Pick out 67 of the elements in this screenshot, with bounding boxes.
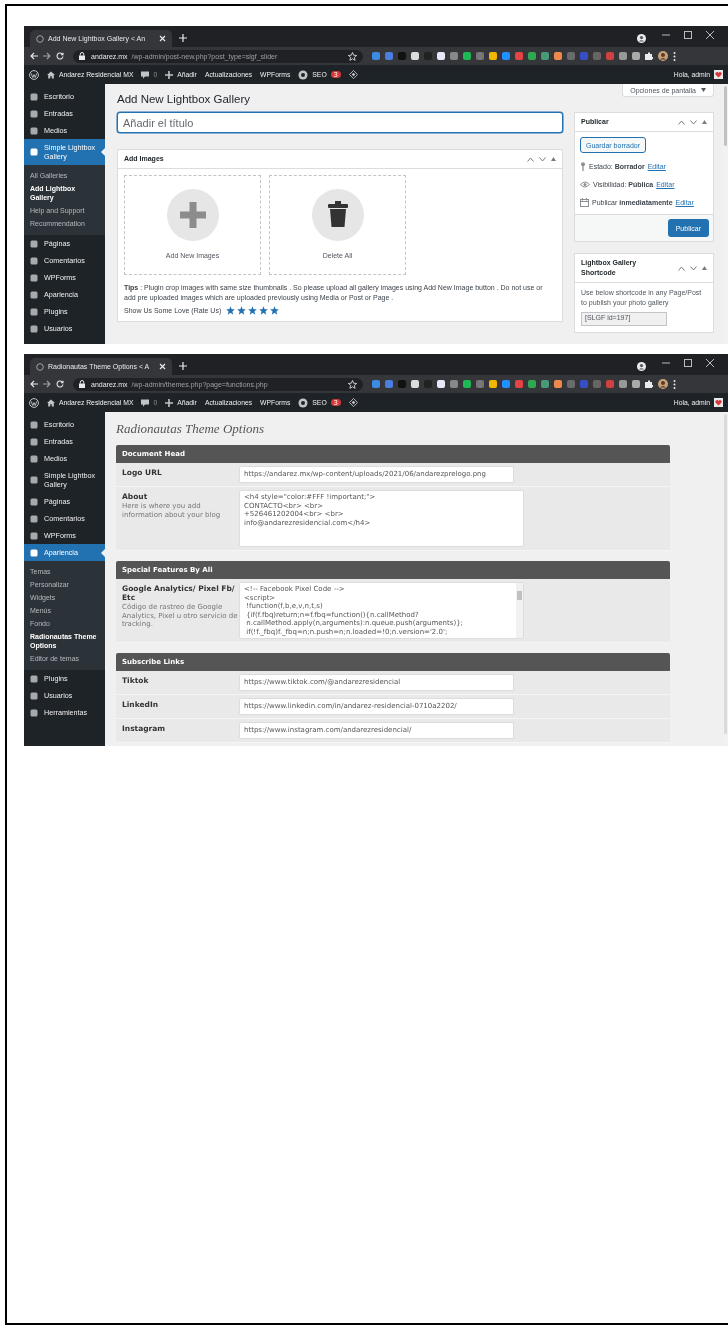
chevron-down-icon[interactable] bbox=[539, 156, 546, 162]
chevron-down-icon[interactable] bbox=[690, 265, 697, 271]
toggle-triangle-icon[interactable] bbox=[702, 120, 707, 124]
comment-icon bbox=[141, 70, 150, 79]
reload-icon[interactable] bbox=[56, 52, 64, 60]
w-logo-icon[interactable] bbox=[29, 397, 39, 408]
minimize-icon[interactable] bbox=[662, 31, 670, 39]
forward-arrow-icon[interactable] bbox=[43, 380, 51, 388]
plus-icon bbox=[165, 70, 174, 79]
back-arrow-icon[interactable] bbox=[30, 52, 38, 60]
profile-icon[interactable] bbox=[637, 362, 646, 371]
plus-icon bbox=[165, 398, 174, 407]
comment-icon bbox=[141, 398, 150, 407]
calendar-icon bbox=[580, 197, 589, 207]
gear-icon bbox=[298, 69, 309, 80]
avatar-icon[interactable] bbox=[658, 51, 668, 61]
plus-icon[interactable] bbox=[179, 362, 187, 370]
page-title: Add New Lightbox Gallery bbox=[117, 93, 250, 107]
diamond-icon[interactable] bbox=[348, 398, 358, 407]
avatar-icon bbox=[714, 398, 723, 407]
gear-icon bbox=[298, 397, 309, 408]
trash-icon bbox=[311, 189, 364, 241]
avatar-icon[interactable] bbox=[658, 379, 668, 389]
title-input[interactable]: Añadir el título bbox=[117, 112, 563, 133]
reload-icon[interactable] bbox=[56, 380, 64, 388]
eye-icon bbox=[580, 180, 590, 188]
chevron-up-icon[interactable] bbox=[678, 119, 685, 125]
chevron-up-icon[interactable] bbox=[678, 265, 685, 271]
close-icon[interactable] bbox=[706, 359, 714, 367]
kebab-menu-icon[interactable] bbox=[673, 51, 676, 61]
menu-item-icon bbox=[30, 476, 38, 484]
home-icon bbox=[47, 70, 55, 79]
w-logo-icon[interactable] bbox=[29, 69, 39, 80]
back-arrow-icon[interactable] bbox=[30, 380, 38, 388]
pin-icon bbox=[580, 161, 586, 171]
profile-icon[interactable] bbox=[637, 34, 646, 43]
toggle-triangle-icon[interactable] bbox=[551, 157, 556, 161]
diamond-icon[interactable] bbox=[348, 70, 358, 79]
star-icon[interactable] bbox=[270, 306, 280, 315]
maximize-icon[interactable] bbox=[684, 31, 692, 39]
home-icon bbox=[47, 398, 55, 407]
puzzle-icon[interactable] bbox=[645, 52, 653, 60]
close-icon[interactable] bbox=[706, 31, 714, 39]
bookmark-star-icon[interactable] bbox=[348, 51, 357, 61]
chevron-up-icon[interactable] bbox=[527, 156, 534, 162]
bookmark-star-icon[interactable] bbox=[348, 379, 357, 389]
star-icon[interactable] bbox=[248, 306, 258, 315]
avatar-icon bbox=[714, 70, 723, 79]
star-icon[interactable] bbox=[226, 306, 236, 315]
chevron-down-icon[interactable] bbox=[690, 119, 697, 125]
globe-icon bbox=[36, 362, 44, 371]
kebab-menu-icon[interactable] bbox=[673, 379, 676, 389]
minimize-icon[interactable] bbox=[662, 359, 670, 367]
menu-item-icon bbox=[30, 148, 38, 156]
toggle-triangle-icon[interactable] bbox=[702, 266, 707, 270]
page-title: Radionautas Theme Options bbox=[116, 421, 266, 436]
lock-icon bbox=[79, 52, 85, 60]
plus-circle-icon bbox=[166, 189, 219, 241]
forward-arrow-icon[interactable] bbox=[43, 52, 51, 60]
lock-icon bbox=[79, 380, 85, 388]
plus-icon[interactable] bbox=[179, 34, 187, 42]
star-icon[interactable] bbox=[237, 306, 247, 315]
star-icon[interactable] bbox=[259, 306, 269, 315]
puzzle-icon[interactable] bbox=[645, 380, 653, 388]
caret-icon bbox=[701, 88, 706, 92]
maximize-icon[interactable] bbox=[684, 359, 692, 367]
globe-icon bbox=[36, 34, 44, 43]
